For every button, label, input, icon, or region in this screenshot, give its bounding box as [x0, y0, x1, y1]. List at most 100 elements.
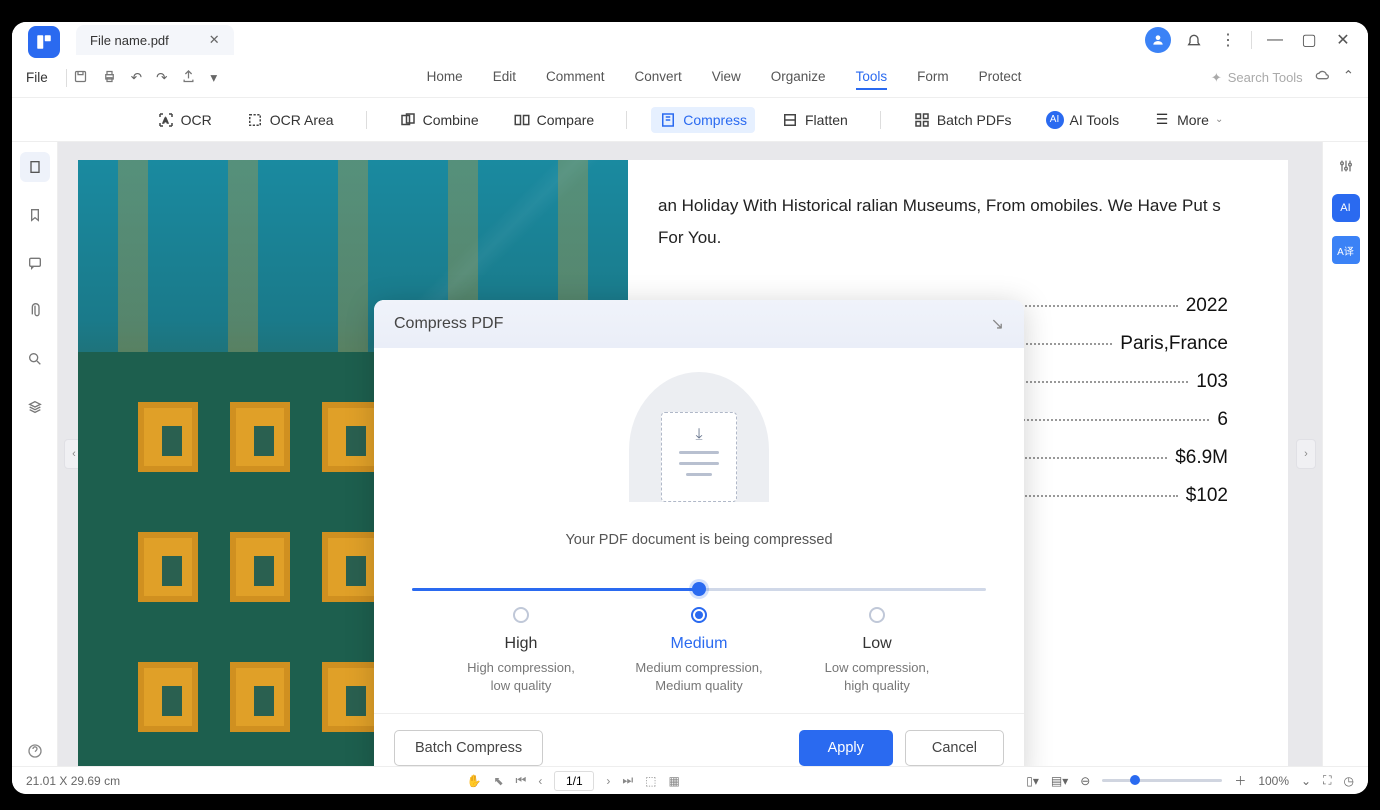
chevron-down-icon: ⌄ — [1215, 114, 1223, 125]
view-mode-icon[interactable]: ▯▾ — [1026, 774, 1039, 788]
menubar: File ↶ ↷ ▾ Home Edit Comment Convert Vie… — [12, 58, 1368, 98]
comment-panel-icon[interactable] — [20, 248, 50, 278]
progress-text: Your PDF document is being compressed — [404, 532, 994, 548]
combine-button[interactable]: Combine — [391, 107, 487, 133]
radio-high[interactable] — [513, 607, 529, 623]
clock-icon[interactable]: ◷ — [1344, 774, 1354, 788]
collapse-ribbon-icon[interactable]: ⌃ — [1343, 68, 1354, 87]
more-lines-icon: ☰ — [1153, 111, 1171, 129]
menu-comment[interactable]: Comment — [546, 65, 605, 90]
compress-button[interactable]: Compress — [651, 107, 755, 133]
ai-tools-button[interactable]: AI AI Tools — [1038, 107, 1128, 133]
window-close-icon[interactable]: ✕ — [1326, 23, 1360, 57]
more-button[interactable]: ☰ More ⌄ — [1145, 107, 1231, 133]
menu-organize[interactable]: Organize — [771, 65, 826, 90]
menu-convert[interactable]: Convert — [634, 65, 681, 90]
settings-sliders-icon[interactable] — [1332, 152, 1360, 180]
option-high[interactable]: High High compression,low quality — [432, 607, 610, 695]
compress-illustration: ⤓ — [629, 372, 769, 502]
compress-modal: Compress PDF ↘ ⤓ Your PDF document is be… — [374, 300, 1024, 766]
app-logo-icon — [28, 26, 60, 58]
undo-icon[interactable]: ↶ — [131, 70, 142, 86]
minimize-icon[interactable]: — — [1258, 23, 1292, 57]
batch-icon — [913, 111, 931, 129]
menu-edit[interactable]: Edit — [493, 65, 516, 90]
redo-icon[interactable]: ↷ — [156, 70, 167, 86]
hand-tool-icon[interactable]: ✋ — [466, 774, 481, 788]
close-icon[interactable]: ✕ — [209, 32, 220, 48]
ocr-area-button[interactable]: OCR Area — [238, 107, 342, 133]
batch-compress-button[interactable]: Batch Compress — [394, 730, 543, 766]
chevron-down-icon[interactable]: ⌄ — [1301, 774, 1311, 788]
prev-page-icon[interactable]: ‹ — [538, 774, 542, 788]
document-tab[interactable]: File name.pdf ✕ — [76, 25, 234, 55]
next-page-icon[interactable]: › — [606, 774, 610, 788]
share-icon[interactable] — [181, 69, 196, 87]
option-medium[interactable]: Medium Medium compression,Medium quality — [610, 607, 788, 695]
radio-low[interactable] — [869, 607, 885, 623]
batch-pdfs-button[interactable]: Batch PDFs — [905, 107, 1020, 133]
compare-button[interactable]: Compare — [505, 107, 603, 133]
cancel-button[interactable]: Cancel — [905, 730, 1004, 766]
fullscreen-icon[interactable]: ⛶ — [1323, 773, 1331, 788]
app-window: File name.pdf ✕ ⋮ — ▢ ✕ File ↶ ↷ ▾ Home … — [12, 22, 1368, 794]
right-sidebar: AI A译 — [1322, 142, 1368, 766]
bell-icon[interactable] — [1177, 23, 1211, 57]
modal-close-icon[interactable]: ↘ — [991, 314, 1004, 334]
radio-medium[interactable] — [691, 607, 707, 623]
next-page-arrow[interactable]: › — [1296, 439, 1316, 469]
layers-icon[interactable] — [20, 392, 50, 422]
option-low[interactable]: Low Low compression,high quality — [788, 607, 966, 695]
zoom-out-icon[interactable]: ⊖ — [1080, 774, 1090, 788]
menu-form[interactable]: Form — [917, 65, 949, 90]
file-menu[interactable]: File — [26, 70, 48, 85]
search-tools[interactable]: ✦ Search Tools — [1211, 70, 1303, 86]
flatten-button[interactable]: Flatten — [773, 107, 856, 133]
select-tool-icon[interactable]: ⬉ — [493, 774, 503, 788]
maximize-icon[interactable]: ▢ — [1292, 23, 1326, 57]
document-paragraph: an Holiday With Historical ralian Museum… — [658, 190, 1228, 255]
menu-protect[interactable]: Protect — [979, 65, 1022, 90]
workspace: ‹ an Holiday With Historical ralian Muse… — [12, 142, 1368, 766]
bookmark-icon[interactable] — [20, 200, 50, 230]
ocr-area-icon — [246, 111, 264, 129]
ocr-button[interactable]: A OCR — [149, 107, 220, 133]
menu-home[interactable]: Home — [427, 65, 463, 90]
last-page-icon[interactable]: ⏭ — [622, 773, 633, 788]
dropdown-icon[interactable]: ▾ — [210, 70, 217, 86]
menu-view[interactable]: View — [712, 65, 741, 90]
help-icon[interactable] — [20, 736, 50, 766]
fit-width-icon[interactable]: ⬚ — [645, 774, 656, 788]
compression-slider[interactable] — [412, 588, 986, 591]
page-number-input[interactable] — [554, 771, 594, 791]
apply-button[interactable]: Apply — [799, 730, 893, 766]
svg-text:A: A — [163, 116, 168, 125]
save-icon[interactable] — [73, 69, 88, 87]
page-dimensions: 21.01 X 29.69 cm — [26, 774, 120, 788]
zoom-in-icon[interactable]: ＋ — [1234, 772, 1246, 789]
titlebar: File name.pdf ✕ ⋮ — ▢ ✕ — [12, 22, 1368, 58]
attachment-icon[interactable] — [20, 296, 50, 326]
tools-ribbon: A OCR OCR Area Combine Compare Compress … — [12, 98, 1368, 142]
print-icon[interactable] — [102, 69, 117, 87]
modal-title: Compress PDF — [394, 315, 503, 333]
search-icon[interactable] — [20, 344, 50, 374]
fit-page-icon[interactable]: ▦ — [668, 774, 679, 788]
translate-icon[interactable]: A译 — [1332, 236, 1360, 264]
modal-footer: Batch Compress Apply Cancel — [374, 713, 1024, 766]
zoom-slider[interactable] — [1102, 779, 1222, 782]
user-avatar-icon[interactable] — [1145, 27, 1171, 53]
statusbar: 21.01 X 29.69 cm ✋ ⬉ ⏮ ‹ › ⏭ ⬚ ▦ ▯▾ ▤▾ ⊖… — [12, 766, 1368, 794]
thumbnails-icon[interactable] — [20, 152, 50, 182]
ai-icon: AI — [1046, 111, 1064, 129]
ai-assistant-icon[interactable]: AI — [1332, 194, 1360, 222]
status-right: ▯▾ ▤▾ ⊖ ＋ 100% ⌄ ⛶ ◷ — [1026, 772, 1354, 789]
first-page-icon[interactable]: ⏮ — [516, 773, 527, 788]
compare-icon — [513, 111, 531, 129]
more-icon[interactable]: ⋮ — [1211, 23, 1245, 57]
slider-handle[interactable] — [692, 582, 706, 596]
cloud-icon[interactable] — [1315, 68, 1331, 87]
flatten-icon — [781, 111, 799, 129]
menu-tools[interactable]: Tools — [856, 65, 888, 90]
reading-mode-icon[interactable]: ▤▾ — [1051, 774, 1068, 788]
